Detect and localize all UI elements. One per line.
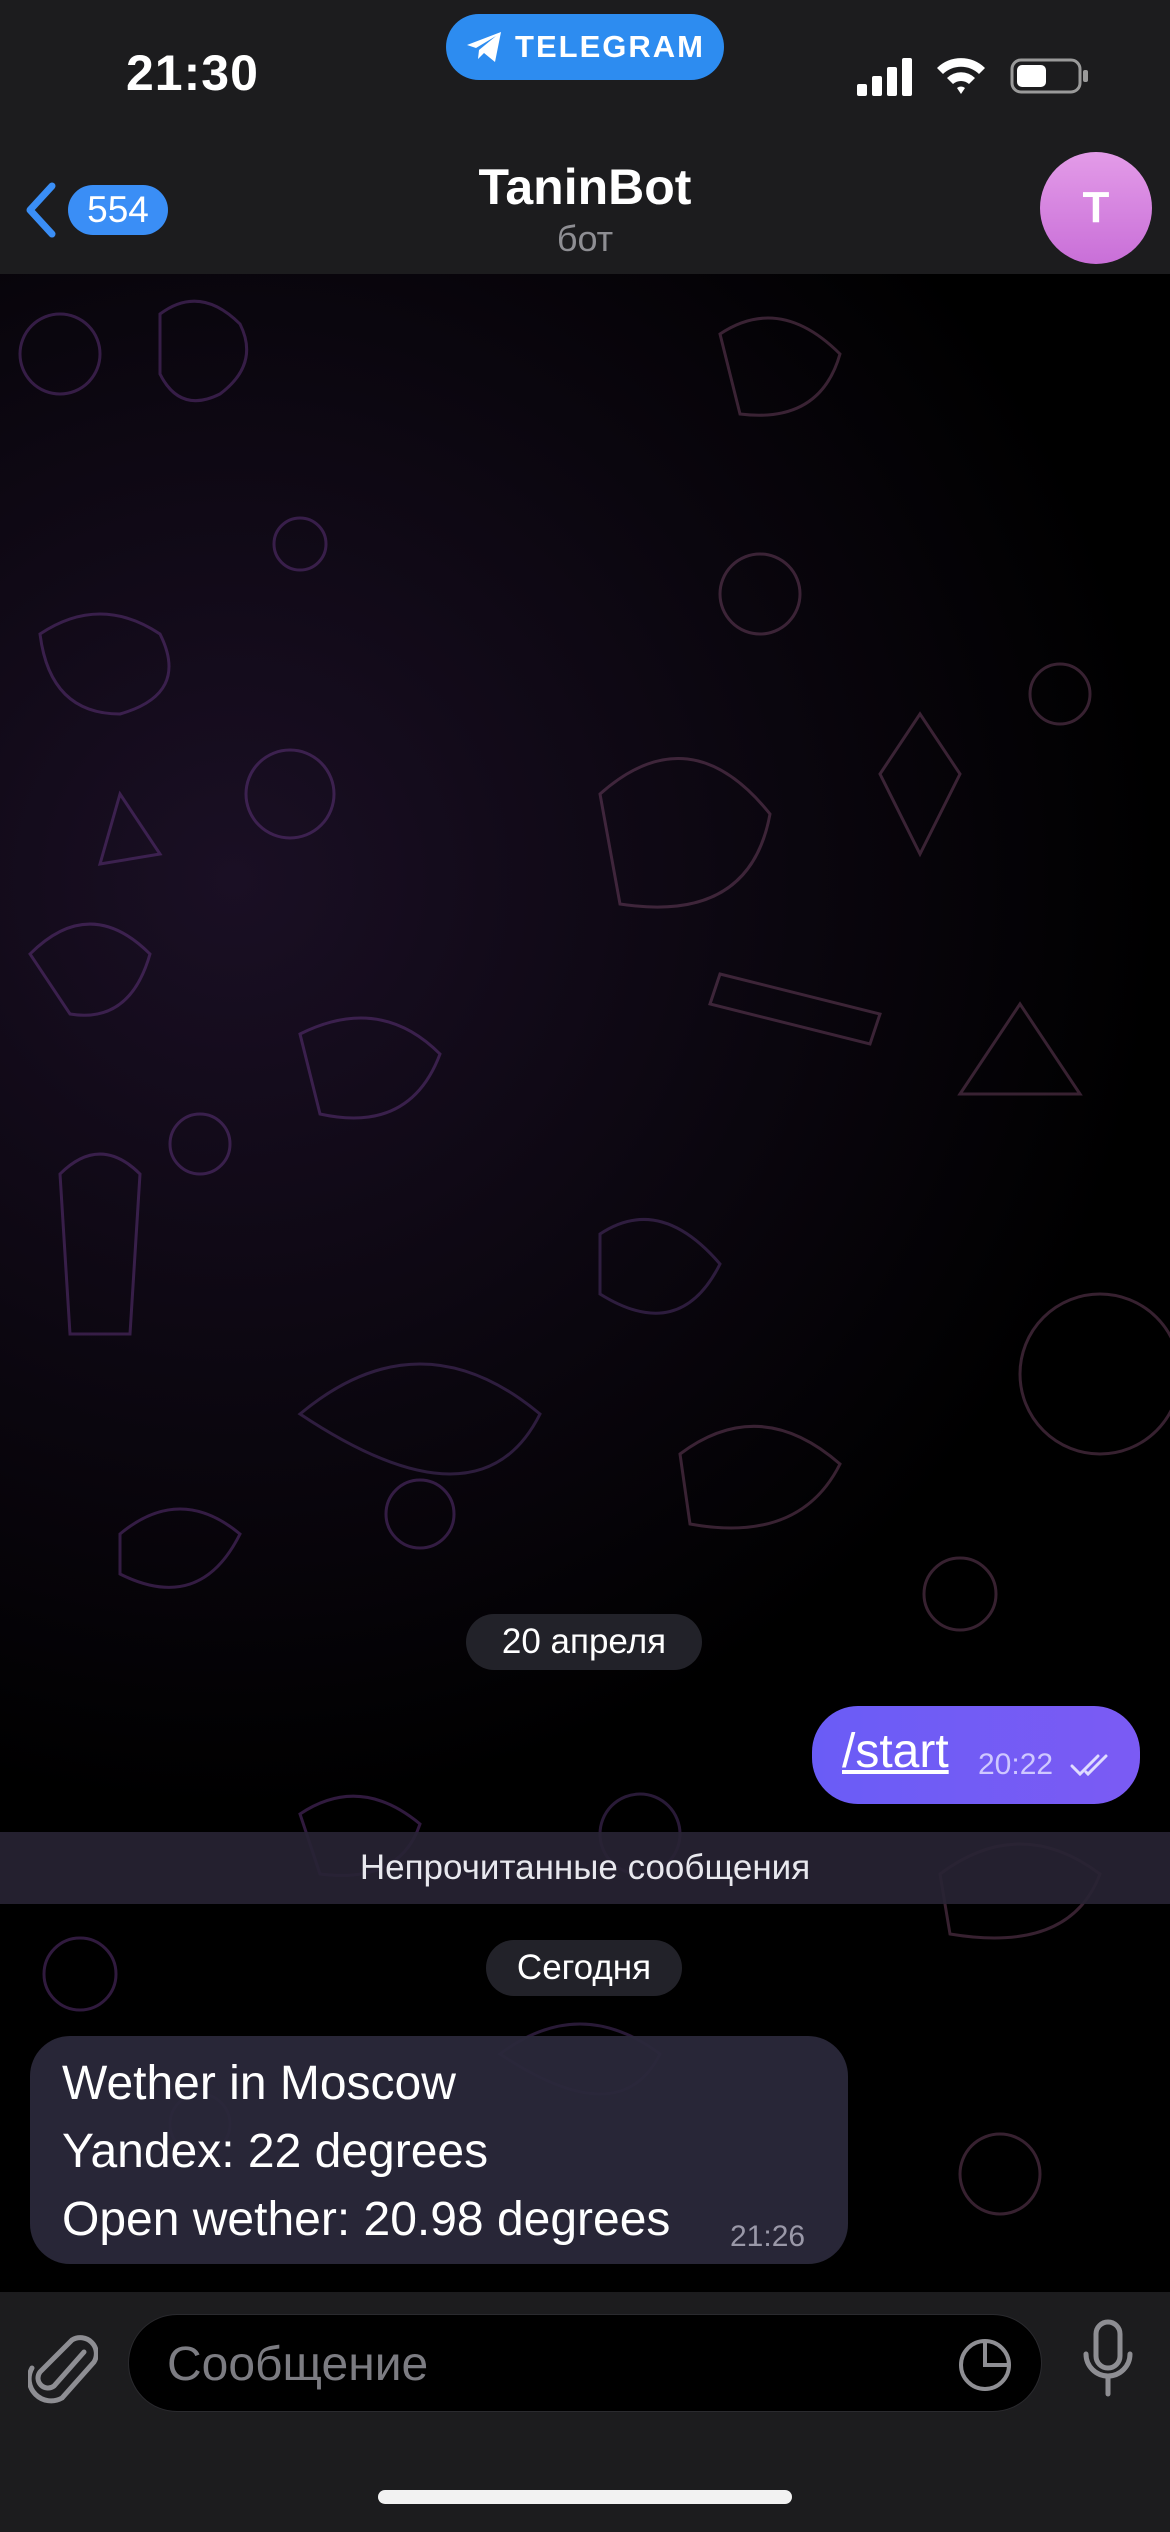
status-bar: 21:30 TELEGRAM	[0, 0, 1170, 140]
message-line: Wether in Moscow	[62, 2057, 456, 2110]
wifi-icon	[937, 58, 985, 94]
unread-messages-separator: Непрочитанные сообщения	[0, 1832, 1170, 1904]
paperclip-icon[interactable]	[28, 2326, 98, 2406]
status-time: 21:30	[126, 45, 259, 101]
date-chip: 20 апреля	[466, 1614, 702, 1670]
outgoing-message[interactable]: /start 20:22	[812, 1706, 1140, 1804]
message-composer: Сообщение	[0, 2292, 1170, 2532]
double-check-icon	[1070, 1754, 1108, 1777]
telegram-plane-icon	[467, 32, 502, 62]
incoming-message[interactable]: Wether in Moscow Yandex: 22 degrees Open…	[30, 2036, 848, 2264]
message-time: 20:22	[978, 1748, 1054, 1781]
message-line: Open wether: 20.98 degrees	[62, 2193, 671, 2246]
telegram-label: TELEGRAM	[515, 29, 705, 64]
date-chip-today: Сегодня	[486, 1940, 682, 1996]
message-input[interactable]: Сообщение	[128, 2314, 1042, 2412]
chat-area[interactable]: 20 апреля /start 20:22 Непрочитанные соо…	[0, 274, 1170, 2292]
message-input-placeholder: Сообщение	[167, 2338, 429, 2391]
avatar[interactable]: T	[1040, 152, 1152, 264]
message-time: 21:26	[730, 2220, 806, 2253]
chat-title[interactable]: TaninBot	[0, 158, 1170, 216]
telegram-return-pill[interactable]: TELEGRAM	[446, 14, 724, 80]
chat-subtitle: бот	[556, 218, 614, 259]
microphone-icon[interactable]	[1080, 2318, 1136, 2408]
cellular-signal-icon	[857, 58, 912, 96]
chat-header: 554 TaninBot бот T	[0, 140, 1170, 274]
home-indicator[interactable]	[378, 2490, 792, 2504]
battery-icon	[1010, 58, 1088, 94]
message-text[interactable]: /start	[842, 1724, 949, 1779]
sticker-icon[interactable]	[957, 2337, 1013, 2393]
message-line: Yandex: 22 degrees	[62, 2125, 489, 2178]
